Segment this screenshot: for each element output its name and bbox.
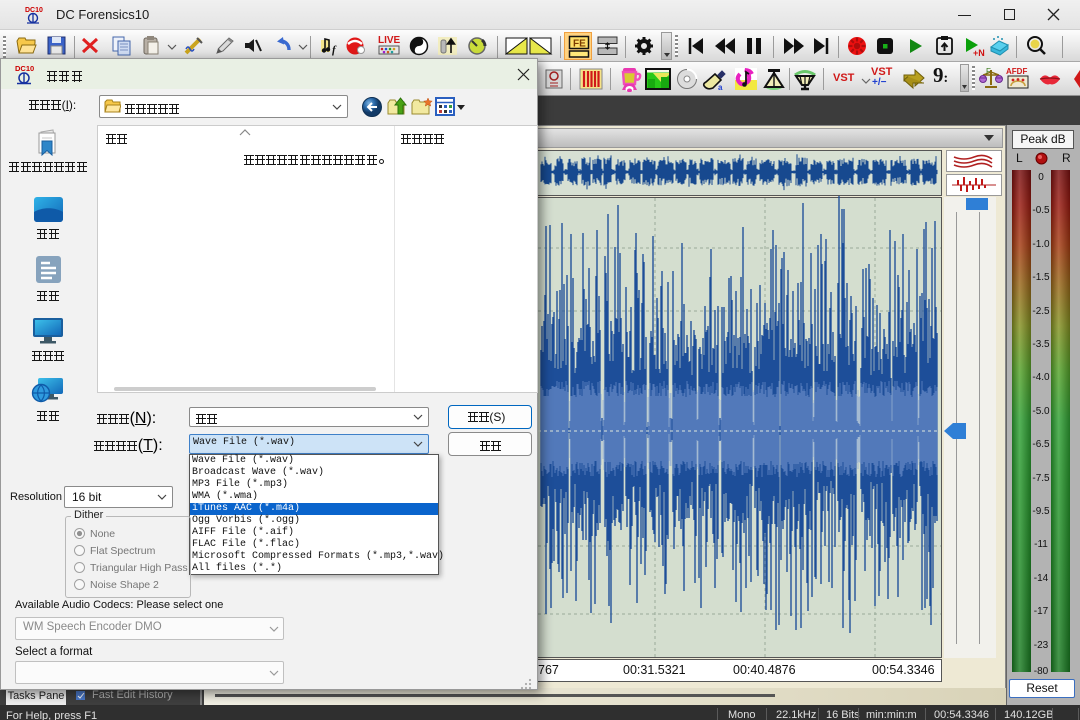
svg-text:DC10: DC10 <box>15 64 34 73</box>
